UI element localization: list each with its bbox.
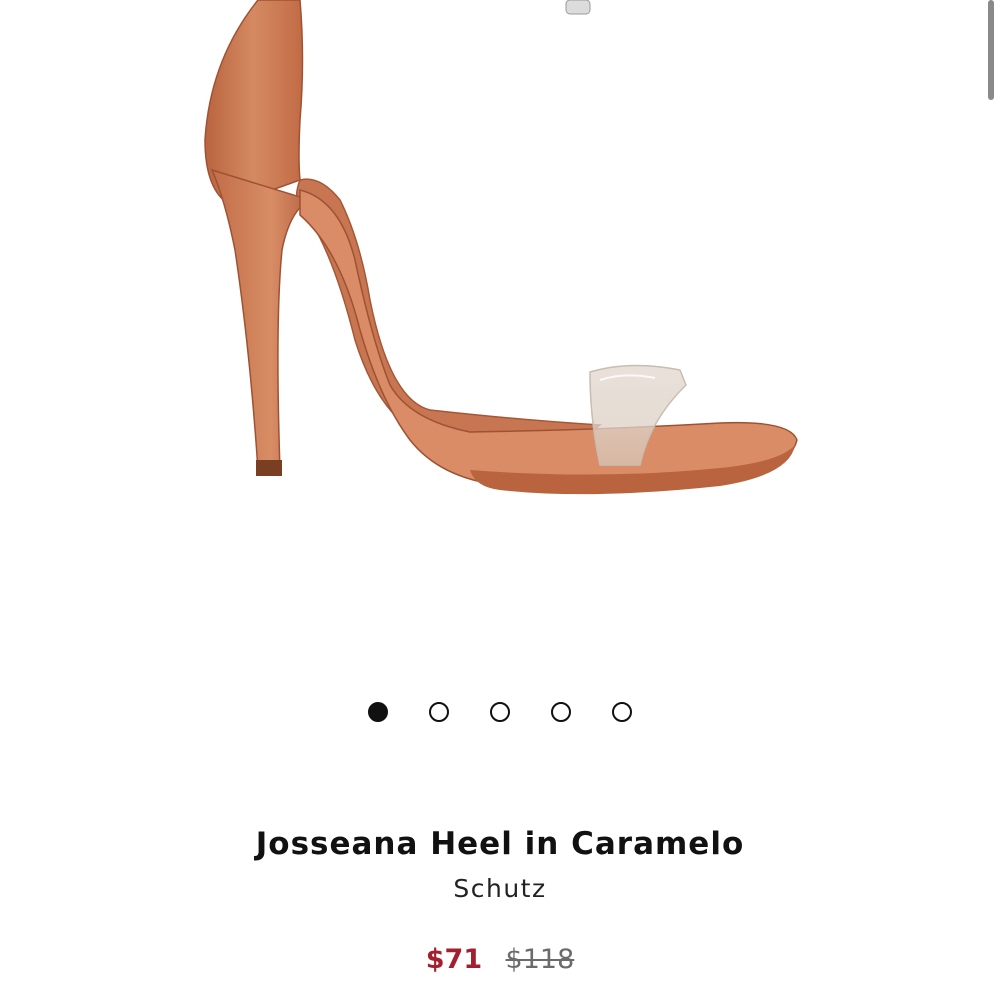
scrollbar[interactable] (988, 0, 994, 100)
product-title: Josseana Heel in Caramelo (255, 826, 745, 862)
product-brand[interactable]: Schutz (0, 874, 1000, 903)
carousel-dot-4[interactable] (551, 702, 571, 722)
product-image[interactable] (0, 0, 1000, 680)
carousel-pagination (0, 702, 1000, 722)
carousel-dot-2[interactable] (429, 702, 449, 722)
price-row: $71 $118 (0, 944, 1000, 975)
carousel-dot-1[interactable] (368, 702, 388, 722)
carousel-dot-5[interactable] (612, 702, 632, 722)
heel-sandal-illustration (204, 0, 798, 495)
original-price: $118 (505, 944, 575, 975)
product-page: Josseana Heel in Caramelo Schutz $71 $11… (0, 0, 1000, 1000)
carousel-dot-3[interactable] (490, 702, 510, 722)
sale-price: $71 (425, 944, 483, 975)
